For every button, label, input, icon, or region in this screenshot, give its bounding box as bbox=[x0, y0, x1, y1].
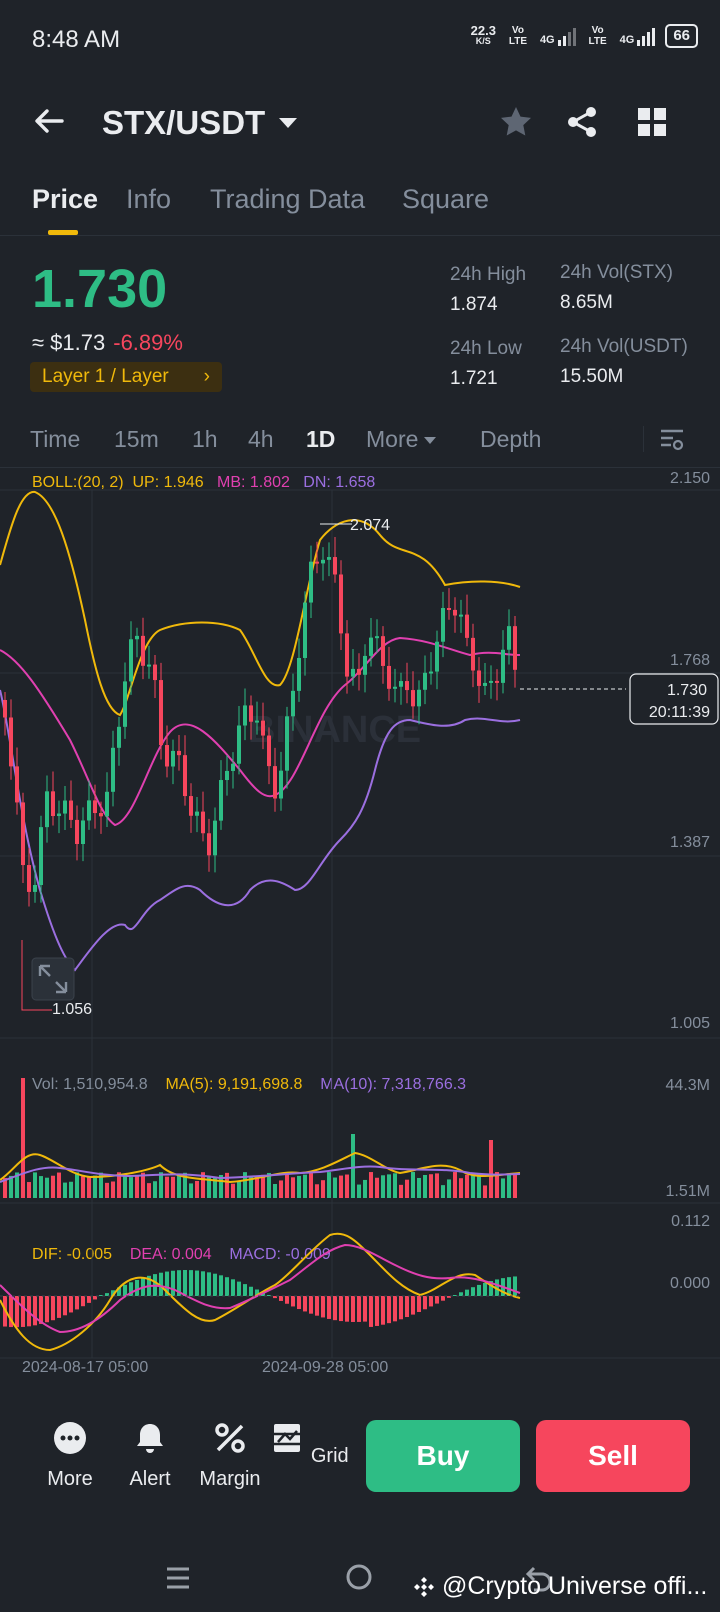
grid-button[interactable]: Grid bbox=[269, 1420, 349, 1468]
fiat-price: ≈ $1.73 -6.89% bbox=[32, 330, 183, 355]
clock: 8:48 AM bbox=[32, 26, 121, 53]
volume-bars bbox=[3, 1078, 517, 1198]
more-dots-icon bbox=[54, 1422, 86, 1454]
axis-label: 0.112 bbox=[671, 1213, 710, 1230]
grid-menu-icon[interactable] bbox=[634, 104, 670, 140]
creator-watermark: @Crypto Universe offi... bbox=[412, 1572, 707, 1601]
date-label: 2024-08-17 05:00 bbox=[22, 1359, 148, 1376]
margin-button[interactable]: Margin bbox=[190, 1420, 270, 1491]
boll-upper-line bbox=[0, 491, 521, 717]
stat-24h-low: 24h Low 1.721 bbox=[450, 338, 522, 389]
tf-1d[interactable]: 1D bbox=[306, 426, 335, 453]
category-tag[interactable]: Layer 1 / Layer › bbox=[30, 362, 222, 392]
sell-button[interactable]: Sell bbox=[536, 1420, 690, 1492]
status-bar: 8:48 AM 22.3 K/S Vo LTE 4G Vo LTE 4G 66 bbox=[0, 0, 720, 80]
stat-24h-vol-stx: 24h Vol(STX) 8.65M bbox=[560, 262, 673, 313]
star-icon[interactable] bbox=[498, 104, 534, 140]
buy-button[interactable]: Buy bbox=[366, 1420, 520, 1492]
binance-watermark: BINANCE bbox=[248, 709, 421, 751]
kline-chart[interactable]: BINANCE 2.074 1.056 1.730 20:11:39 2.150… bbox=[0, 470, 720, 1380]
volte-icon: Vo LTE bbox=[508, 25, 528, 47]
pair-selector[interactable]: STX/USDT bbox=[102, 104, 298, 142]
axis-label: 1.005 bbox=[670, 1015, 710, 1032]
high-marker: 2.074 bbox=[350, 517, 390, 534]
tf-depth[interactable]: Depth bbox=[480, 426, 541, 453]
percent-icon bbox=[215, 1423, 245, 1453]
timeframe-bar: Time 15m 1h 4h 1D More Depth bbox=[0, 412, 720, 468]
back-arrow-icon[interactable] bbox=[32, 104, 66, 138]
share-icon[interactable] bbox=[564, 104, 600, 140]
tf-15m[interactable]: 15m bbox=[114, 426, 159, 453]
axis-label: 1.387 bbox=[670, 834, 710, 851]
recents-icon[interactable] bbox=[164, 1564, 192, 1592]
pair-title: STX/USDT bbox=[102, 104, 266, 141]
active-tab-indicator bbox=[48, 230, 78, 235]
tab-info[interactable]: Info bbox=[126, 184, 171, 215]
low-marker: 1.056 bbox=[52, 1001, 92, 1018]
last-price: 1.730 bbox=[32, 259, 168, 319]
bottom-action-bar: More Alert Margin Grid Buy Sell bbox=[0, 1412, 720, 1508]
binance-logo-icon bbox=[414, 1576, 434, 1597]
tf-time[interactable]: Time bbox=[30, 426, 80, 453]
tf-1h[interactable]: 1h bbox=[192, 426, 218, 453]
tf-4h[interactable]: 4h bbox=[248, 426, 274, 453]
tab-price[interactable]: Price bbox=[32, 184, 98, 215]
caret-down-icon bbox=[279, 118, 298, 128]
battery-icon: 66 bbox=[665, 24, 698, 48]
price-change: -6.89% bbox=[113, 330, 183, 355]
axis-label: 2.150 bbox=[670, 470, 710, 487]
chevron-right-icon: › bbox=[203, 366, 210, 387]
grid-bot-icon bbox=[274, 1424, 301, 1452]
signal-icon-2: 4G bbox=[620, 26, 656, 46]
candle-countdown: 20:11:39 bbox=[649, 704, 710, 721]
volte-icon-2: Vo LTE bbox=[588, 25, 607, 47]
stat-24h-high: 24h High 1.874 bbox=[450, 264, 527, 315]
header: STX/USDT bbox=[0, 92, 720, 152]
chart-settings-icon[interactable] bbox=[658, 426, 686, 454]
axis-label: 1.768 bbox=[670, 652, 710, 669]
alert-button[interactable]: Alert bbox=[110, 1420, 190, 1491]
more-button[interactable]: More bbox=[30, 1420, 110, 1491]
tab-square[interactable]: Square bbox=[402, 184, 489, 215]
axis-label: 0.000 bbox=[670, 1275, 710, 1292]
svg-text:1.730: 1.730 bbox=[667, 682, 707, 699]
date-label: 2024-09-28 05:00 bbox=[262, 1359, 388, 1376]
tf-more[interactable]: More bbox=[366, 426, 437, 453]
axis-label: 1.51M bbox=[666, 1183, 710, 1200]
status-icons: 22.3 K/S Vo LTE 4G Vo LTE 4G 66 bbox=[471, 24, 698, 48]
expand-icon[interactable] bbox=[31, 957, 75, 1001]
network-speed: 22.3 K/S bbox=[470, 23, 496, 46]
tab-trading-data[interactable]: Trading Data bbox=[210, 184, 365, 215]
tab-bar: Price Info Trading Data Square bbox=[0, 176, 720, 236]
caret-down-icon bbox=[424, 437, 437, 445]
axis-label: 44.3M bbox=[666, 1077, 710, 1094]
bell-icon bbox=[137, 1424, 163, 1453]
home-icon[interactable] bbox=[344, 1562, 374, 1592]
stat-24h-vol-usdt: 24h Vol(USDT) 15.50M bbox=[560, 336, 688, 387]
signal-icon: 4G bbox=[540, 26, 576, 46]
